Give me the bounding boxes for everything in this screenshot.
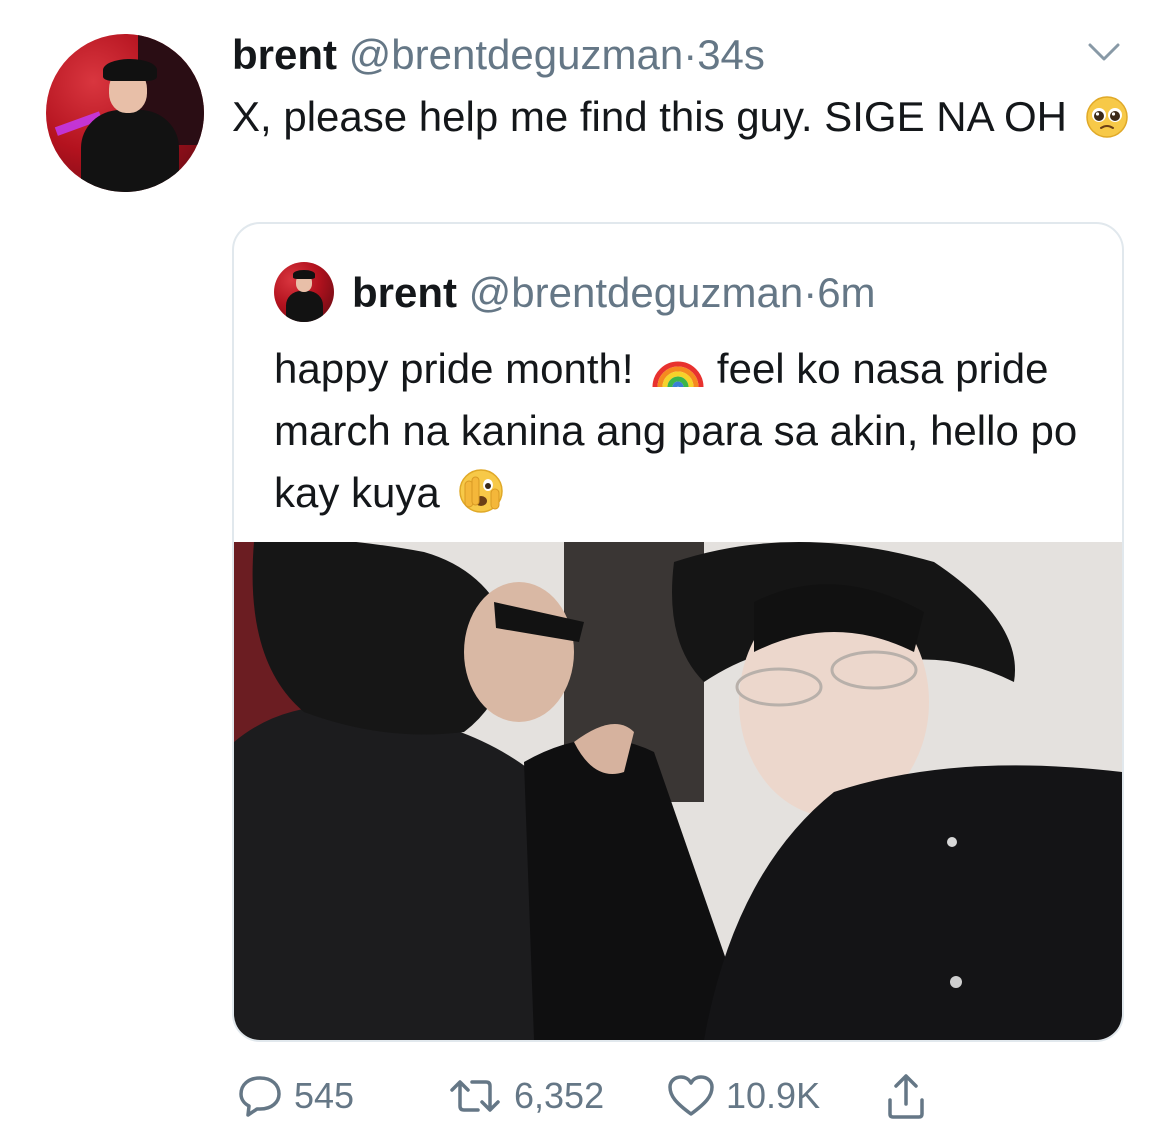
- quoted-tweet-card[interactable]: brent @brentdeguzman·6m happy pride mont…: [232, 222, 1124, 1042]
- retweet-button[interactable]: 6,352: [446, 1066, 604, 1126]
- quoted-text-part1: happy pride month!: [274, 345, 634, 392]
- quoted-tweet-photo[interactable]: [234, 542, 1122, 1040]
- reply-count: 545: [294, 1075, 355, 1116]
- tweet-time[interactable]: 34s: [697, 31, 765, 78]
- quoted-tweet-time: 6m: [817, 269, 876, 316]
- tweet-text: X, please help me find this guy. SIGE NA…: [232, 86, 1132, 148]
- like-button[interactable]: 10.9K: [666, 1066, 820, 1126]
- retweet-count: 6,352: [514, 1075, 605, 1116]
- quoted-display-name: brent: [352, 269, 457, 316]
- avatar-body: [80, 109, 179, 192]
- quoted-tweet-text: happy pride month! feel ko nasa pride ma…: [274, 338, 1094, 524]
- share-icon: [888, 1074, 924, 1119]
- avatar-body: [286, 290, 324, 322]
- reply-icon: [239, 1076, 281, 1117]
- like-count: 10.9K: [726, 1075, 821, 1116]
- display-name[interactable]: brent: [232, 31, 337, 78]
- reply-button[interactable]: 545: [236, 1066, 354, 1126]
- separator-dot: ·: [683, 31, 698, 78]
- chevron-down-icon[interactable]: [1088, 42, 1120, 62]
- user-handle[interactable]: @brentdeguzman: [349, 31, 684, 78]
- pleading-face-emoji: [1085, 96, 1128, 138]
- tweet-header: brent @brentdeguzman·34s: [232, 30, 765, 80]
- separator-dot: ·: [803, 269, 818, 316]
- avatar-cap: [102, 59, 157, 82]
- share-button[interactable]: [884, 1066, 928, 1126]
- heart-icon: [668, 1075, 714, 1116]
- author-avatar[interactable]: [46, 34, 204, 192]
- quoted-author-avatar: [274, 262, 334, 322]
- avatar-cap: [293, 270, 315, 279]
- tweet-actions: 545 6,352 10.9K: [236, 1066, 956, 1126]
- face-with-peeking-eye-emoji: [459, 469, 504, 513]
- rainbow-emoji: [652, 361, 704, 388]
- quoted-tweet-header: brent @brentdeguzman·6m: [352, 268, 876, 318]
- retweet-icon: [450, 1080, 500, 1112]
- quoted-user-handle: @brentdeguzman: [468, 269, 804, 316]
- tweet-body: X, please help me find this guy. SIGE NA…: [232, 93, 1067, 140]
